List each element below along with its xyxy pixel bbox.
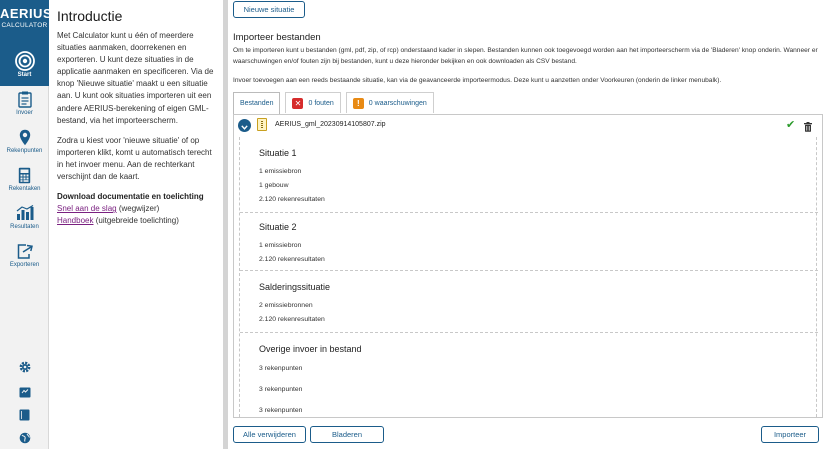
nav-item-invoer[interactable]: Invoer: [0, 88, 49, 124]
tab-errors-label: 0 fouten: [308, 99, 334, 107]
results-chart-icon: [0, 202, 49, 224]
tab-errors[interactable]: ✕ 0 fouten: [285, 92, 341, 113]
tab-warnings[interactable]: ! 0 waarschuwingen: [345, 92, 434, 113]
quickstart-link[interactable]: Snel aan de slag: [57, 204, 117, 213]
download-title: Download documentatie en toelichting: [57, 192, 204, 202]
group-line: 2 emissiebronnen: [259, 302, 313, 309]
aerius-logo: AERIUS CALCULATOR: [0, 0, 53, 47]
nav-item-start[interactable]: Start: [0, 47, 49, 86]
group-title: Overige invoer in bestand: [259, 344, 362, 354]
nav-preferences[interactable]: [0, 360, 49, 379]
tab-files[interactable]: Bestanden: [233, 92, 281, 114]
file-dropzone[interactable]: AERIUS_gml_20230914105807.zip ✔ Situatie…: [233, 114, 823, 418]
browse-button[interactable]: Bladeren: [310, 426, 384, 443]
group-title: Situatie 2: [259, 222, 297, 232]
nav-label-invoer: Invoer: [16, 110, 33, 116]
intro-title: Introductie: [57, 8, 123, 24]
group-title: Salderingssituatie: [259, 282, 331, 292]
intro-paragraph-1: Met Calculator kunt u één of meerdere si…: [57, 31, 214, 125]
brand-sub: CALCULATOR: [1, 22, 48, 29]
chevron-down-icon: [241, 117, 248, 135]
tab-files-label: Bestanden: [240, 100, 274, 107]
group-line: 2.120 rekenresultaten: [259, 316, 325, 323]
group-line: 1 emissiebron: [259, 242, 302, 249]
quickstart-suffix: (wegwijzer): [116, 204, 160, 214]
message-icon: [19, 385, 31, 403]
file-name: AERIUS_gml_20230914105807.zip: [275, 121, 386, 128]
manual-link[interactable]: Handboek: [57, 216, 93, 225]
intro-paragraph-2: Zodra u kiest voor 'nieuwe situatie' of …: [57, 135, 212, 182]
nav-item-rekentaken[interactable]: Rekentaken: [0, 164, 49, 200]
import-panel: Nieuwe situatie Importeer bestanden Om t…: [228, 0, 828, 449]
nav-item-resultaten[interactable]: Resultaten: [0, 202, 49, 238]
group-line: 3 rekenpunten: [259, 407, 303, 414]
nav-label-rekentaken: Rekentaken: [8, 186, 41, 192]
collapse-toggle[interactable]: [238, 119, 251, 132]
group-line: 2.120 rekenresultaten: [259, 196, 325, 203]
nav-item-exporteren[interactable]: Exporteren: [0, 240, 49, 276]
tab-warnings-label: 0 waarschuwingen: [368, 99, 427, 107]
group-title: Situatie 1: [259, 148, 297, 158]
intro-panel: Introductie Met Calculator kunt u één of…: [49, 0, 223, 449]
brand-name: AERIUS: [0, 6, 53, 21]
nav-messages[interactable]: [0, 385, 49, 403]
calculator-icon: [0, 164, 49, 186]
group-line: 3 rekenpunten: [259, 386, 303, 393]
import-description: Om te importeren kunt u bestanden (gml, …: [233, 47, 818, 65]
error-icon: ✕: [292, 97, 304, 109]
nav-language[interactable]: [0, 431, 49, 449]
import-title: Importeer bestanden: [233, 32, 321, 43]
download-row-1: Snel aan de slag (wegwijzer): [57, 203, 219, 215]
other-input-group: Overige invoer in bestand 3 rekenpunten …: [240, 333, 818, 417]
target-icon: [0, 50, 49, 72]
check-icon: ✔: [786, 119, 796, 131]
nav-label-exporteren: Exporteren: [9, 262, 40, 268]
nav-label-rekenpunten: Rekenpunten: [6, 148, 43, 154]
import-tabs: Bestanden ✕ 0 fouten ! 0 waarschuwingen: [233, 92, 439, 114]
map-pin-icon: [0, 126, 49, 148]
advanced-import-note: Invoer toevoegen aan een reeds bestaande…: [233, 77, 722, 84]
situation-group: Situatie 1 1 emissiebron 1 gebouw 2.120 …: [240, 137, 818, 213]
manual-suffix: (uitgebreide toelichting): [93, 216, 179, 226]
situation-group: Situatie 2 1 emissiebron 2.120 rekenresu…: [240, 213, 818, 271]
globe-icon: [19, 431, 31, 449]
nav-label-start: Start: [17, 72, 32, 78]
situation-group: Salderingssituatie 2 emissiebronnen 2.12…: [240, 271, 818, 333]
new-situation-button[interactable]: Nieuwe situatie: [233, 1, 305, 18]
remove-all-button[interactable]: Alle verwijderen: [233, 426, 306, 443]
group-line: 3 rekenpunten: [259, 365, 303, 372]
group-line: 1 emissiebron: [259, 168, 302, 175]
clipboard-icon: [0, 88, 49, 110]
nav-label-resultaten: Resultaten: [10, 224, 39, 230]
gear-icon: [18, 360, 32, 379]
group-line: 2.120 rekenresultaten: [259, 256, 325, 263]
trash-icon[interactable]: [804, 119, 812, 137]
export-icon: [0, 240, 49, 262]
file-contents: Situatie 1 1 emissiebron 1 gebouw 2.120 …: [239, 137, 818, 417]
group-line: 1 gebouw: [259, 182, 289, 189]
warning-icon: !: [352, 97, 364, 109]
nav-item-rekenpunten[interactable]: Rekenpunten: [0, 126, 49, 162]
download-row-2: Handboek (uitgebreide toelichting): [57, 215, 219, 227]
import-button[interactable]: Importeer: [761, 426, 819, 443]
main-nav: AERIUS CALCULATOR Start Invoer Rekenpunt…: [0, 0, 53, 449]
file-row: AERIUS_gml_20230914105807.zip ✔: [234, 115, 822, 137]
book-icon: [19, 408, 30, 426]
nav-manual[interactable]: [0, 408, 49, 426]
zip-file-icon: [257, 118, 267, 131]
